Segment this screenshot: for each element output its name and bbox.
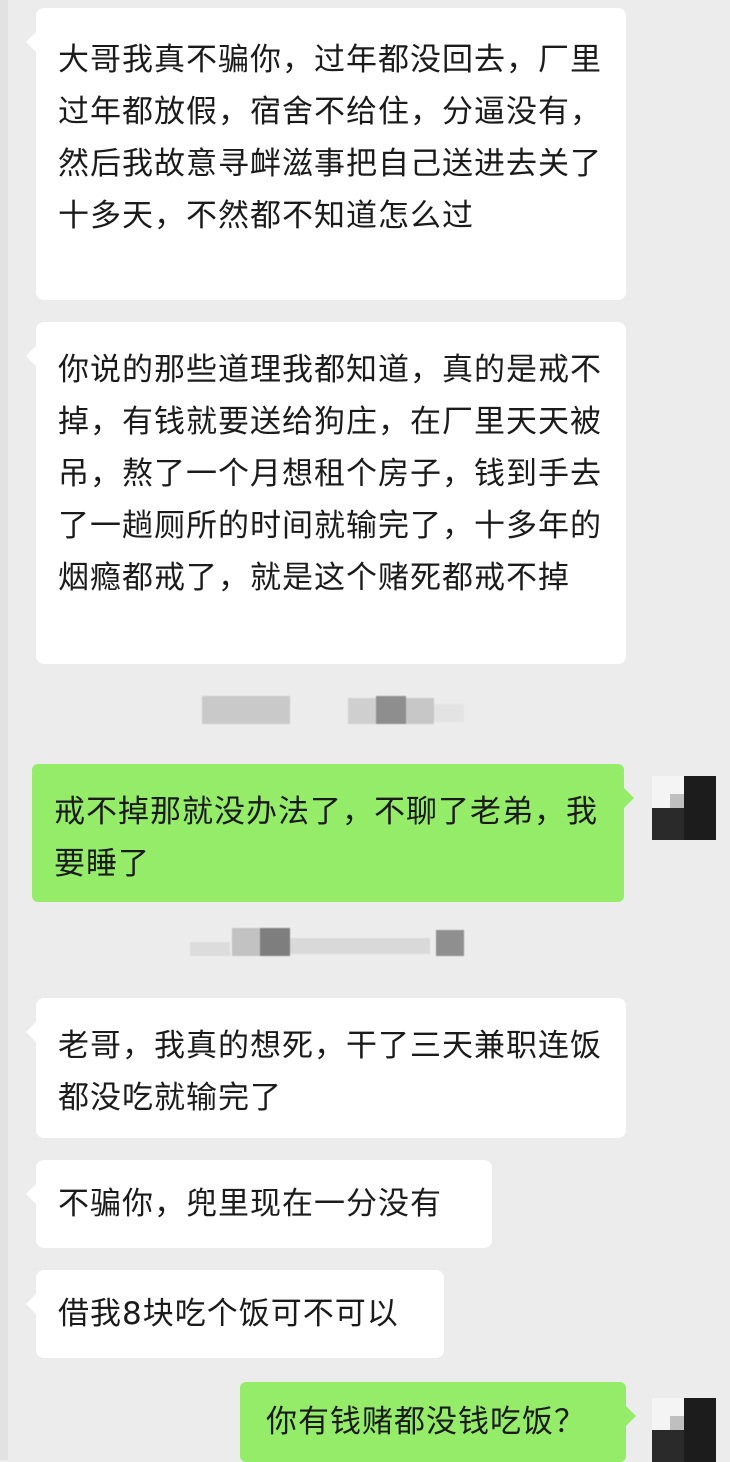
timestamp-blurred bbox=[190, 928, 480, 958]
outgoing-message-bubble[interactable]: 戒不掉那就没办法了，不聊了老弟，我要睡了 bbox=[32, 764, 634, 902]
self-avatar-icon[interactable] bbox=[652, 1398, 716, 1462]
incoming-message-bubble[interactable]: 借我8块吃个饭可不可以 bbox=[26, 1270, 444, 1358]
incoming-message-bubble[interactable]: 大哥我真不骗你，过年都没回去，厂里过年都放假，宿舍不给住，分逼没有，然后我故意寻… bbox=[26, 8, 626, 300]
incoming-message-bubble[interactable]: 你说的那些道理我都知道，真的是戒不掉，有钱就要送给狗庄，在厂里天天被吊，熬了一个… bbox=[26, 322, 626, 664]
incoming-message-bubble[interactable]: 老哥，我真的想死，干了三天兼职连饭都没吃就输完了 bbox=[26, 998, 626, 1138]
outgoing-message-bubble[interactable]: 你有钱赌都没钱吃饭？ bbox=[240, 1382, 636, 1462]
left-edge-strip bbox=[0, 0, 8, 1460]
self-avatar-icon[interactable] bbox=[652, 776, 716, 840]
incoming-message-bubble[interactable]: 不骗你，兜里现在一分没有 bbox=[26, 1160, 492, 1248]
timestamp-blurred bbox=[200, 696, 470, 726]
chat-window: 大哥我真不骗你，过年都没回去，厂里过年都放假，宿舍不给住，分逼没有，然后我故意寻… bbox=[0, 0, 730, 1462]
